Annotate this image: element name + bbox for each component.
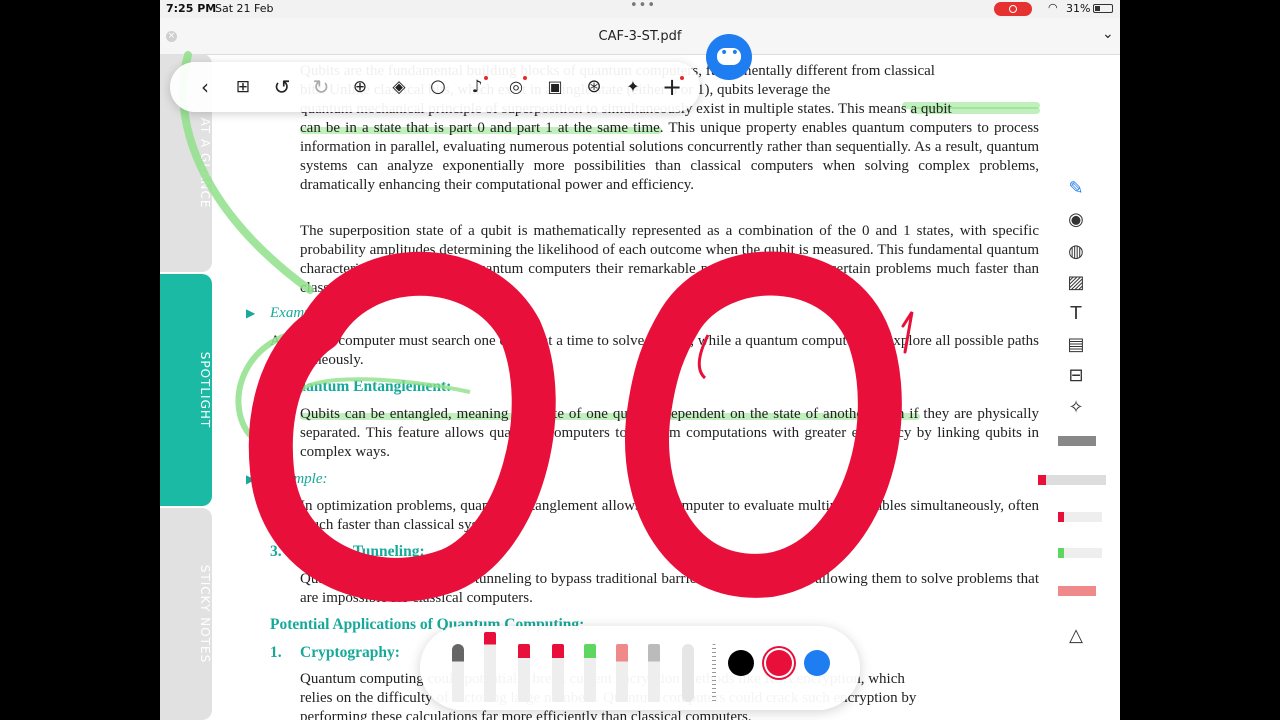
ruler-tool[interactable]	[712, 644, 716, 702]
grid-icon[interactable]: ⊞	[231, 75, 255, 99]
green-underline	[298, 377, 471, 394]
red-zero-mark	[248, 251, 556, 602]
fountain-pen[interactable]	[452, 644, 464, 702]
undo-icon[interactable]: ↺	[270, 75, 294, 99]
textbox-icon[interactable]: T	[1064, 302, 1088, 326]
sticker-icon[interactable]: ◍	[1064, 240, 1088, 264]
red-zero-mark	[625, 251, 902, 598]
red-pen-slot[interactable]	[1038, 475, 1106, 485]
media-icon[interactable]: ▣	[543, 75, 567, 99]
image-icon[interactable]: ▨	[1064, 271, 1088, 295]
red-brush-slot[interactable]	[1058, 512, 1102, 522]
shapes-icon[interactable]: △	[1064, 624, 1088, 648]
green-highlighter[interactable]	[584, 644, 596, 702]
book-icon[interactable]: ⊟	[1064, 364, 1088, 388]
ipad-screen: 7:25 PM Sat 21 Feb ••• ◠ 31% × CAF-3-ST.…	[160, 0, 1120, 720]
redo-icon[interactable]: ↻	[309, 75, 333, 99]
color-swatch-red-selected[interactable]	[766, 650, 792, 676]
camera-icon[interactable]: ◉	[1064, 208, 1088, 232]
pen-tool-icon[interactable]: ✎	[1064, 177, 1088, 201]
fountain-pen-slot[interactable]	[1058, 436, 1096, 446]
add-page-icon[interactable]: ⊕	[348, 75, 372, 99]
notification-dot	[680, 76, 684, 80]
chat-assistant-icon[interactable]	[706, 34, 752, 80]
right-tool-strip: ✎ ◉ ◍ ▨ T ▤ ⊟ ✧ △	[1038, 170, 1106, 660]
eraser-slot[interactable]	[1058, 586, 1096, 596]
autoshape-icon[interactable]: ✧	[1064, 396, 1088, 420]
pen-dock	[420, 626, 860, 710]
annotation-toolbar: ‹ ⊞ ↺ ↻ ⊕ ◈ ○ ♪ ◎ ▣ ⊛ ✦ +	[170, 62, 700, 112]
red-marker[interactable]	[552, 644, 564, 702]
pencil-tool[interactable]	[648, 644, 660, 702]
eraser-tool[interactable]	[616, 644, 628, 702]
search-icon[interactable]: ○	[426, 75, 450, 99]
notification-dot	[484, 76, 488, 80]
magic-icon[interactable]: ✦	[621, 75, 645, 99]
lasso-tool[interactable]	[682, 644, 694, 702]
notification-dot	[523, 76, 527, 80]
layers-icon[interactable]: ◈	[387, 75, 411, 99]
color-swatch-black[interactable]	[728, 650, 754, 676]
red-brush[interactable]	[518, 644, 530, 702]
color-swatch-blue[interactable]	[804, 650, 830, 676]
green-highlighter-slot[interactable]	[1058, 548, 1102, 558]
chevron-left-icon[interactable]: ‹	[193, 75, 217, 99]
red-ink-stroke	[901, 311, 914, 354]
red-ink-stroke	[697, 334, 710, 380]
globe-icon[interactable]: ⊛	[582, 75, 606, 99]
keyboard-icon[interactable]: ▤	[1064, 333, 1088, 357]
red-pen-selected[interactable]	[484, 632, 496, 702]
